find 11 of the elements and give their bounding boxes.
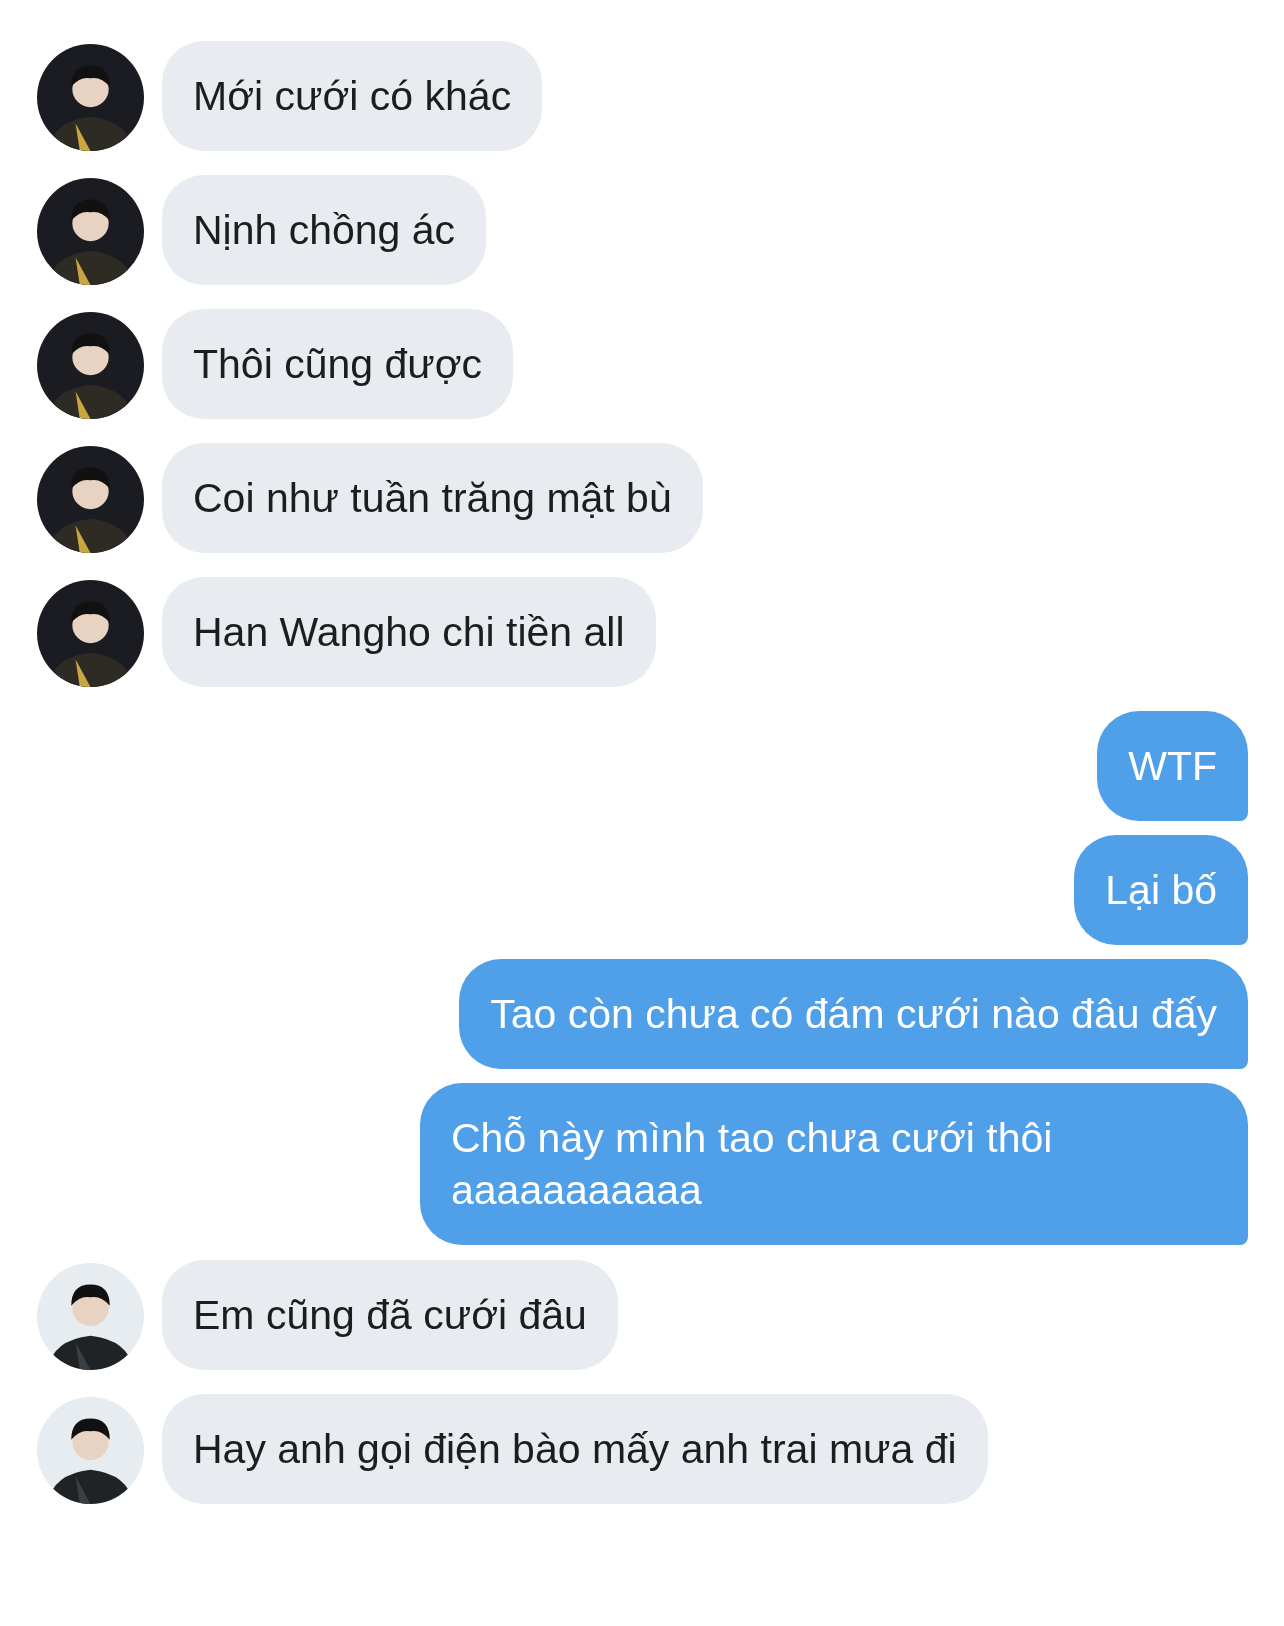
message-bubble: Han Wangho chi tiền all (162, 577, 656, 687)
message-bubble: Coi như tuần trăng mật bù (162, 443, 703, 553)
message-bubble: Mới cưới có khác (162, 41, 543, 151)
message-bubble: Em cũng đã cưới đâu (162, 1260, 618, 1370)
message-bubble: Thôi cũng được (162, 309, 514, 419)
message-bubble: Hay anh gọi điện bào mấy anh trai mưa đi (162, 1394, 988, 1504)
message-bubble: WTF (1097, 711, 1248, 821)
message-bubble: Chỗ này mình tao chưa cưới thôi aaaaaaaaaaa (420, 1083, 1248, 1245)
message-bubble: Tao còn chưa có đám cưới nào đâu đấy (459, 959, 1248, 1069)
message-bubble: Lại bố (1074, 835, 1248, 945)
message-bubble: Nịnh chồng ác (162, 175, 487, 285)
